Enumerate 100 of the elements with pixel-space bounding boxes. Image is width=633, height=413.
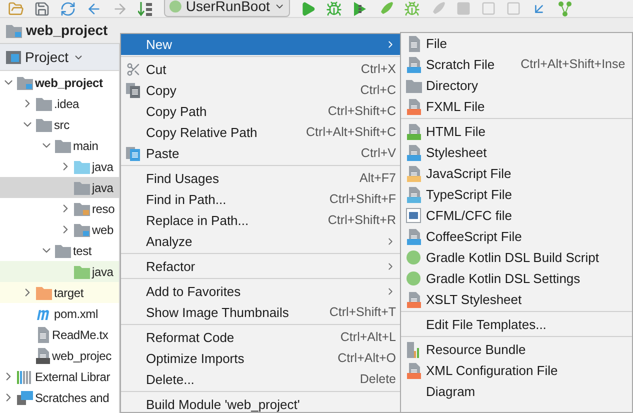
tree-item[interactable]: web_project	[0, 72, 119, 93]
tree-label: web	[92, 222, 114, 238]
menu-item[interactable]: Find in Path... Ctrl+Shift+F	[121, 189, 400, 210]
menu-item[interactable]: New	[121, 34, 400, 55]
menu-label: Gradle Kotlin DSL Build Script	[426, 248, 599, 267]
menu-label: FXML File	[426, 98, 485, 116]
javascript-file-icon	[406, 166, 420, 182]
tree-item[interactable]: test	[0, 240, 119, 261]
text-file-icon	[36, 326, 50, 342]
tree-label: .idea	[54, 96, 80, 112]
gradle-circle-icon	[406, 250, 421, 265]
tree-label: pom.xml	[54, 306, 98, 322]
tree-item[interactable]: Scratches and	[0, 387, 119, 408]
tree-item[interactable]: pom.xml	[0, 303, 119, 324]
tree-label: ReadMe.tx	[52, 326, 108, 344]
menu-item[interactable]: Optimize Imports Ctrl+Alt+O	[121, 348, 400, 369]
menu-item[interactable]: Gradle Kotlin DSL Build Script	[401, 247, 632, 268]
open-folder-icon[interactable]	[8, 0, 24, 16]
menu-item[interactable]: Copy Path Ctrl+Shift+C	[121, 101, 400, 122]
tree-label: main	[73, 138, 98, 154]
back-arrow-icon[interactable]	[86, 0, 102, 16]
save-icon[interactable]	[34, 0, 50, 16]
tree-item[interactable]: External Librar	[0, 366, 119, 387]
menu-item[interactable]: JavaScript File	[401, 163, 632, 184]
tree-item[interactable]: java	[0, 261, 119, 282]
tree-item[interactable]: java	[0, 177, 119, 198]
menu-item[interactable]: TypeScript File	[401, 184, 632, 205]
shortcut-text: Ctrl+V	[360, 145, 396, 162]
html-file-icon	[406, 124, 420, 140]
menu-item[interactable]: Directory	[401, 75, 632, 96]
menu-item[interactable]: HTML File	[401, 121, 632, 142]
tree-item[interactable]: target	[0, 282, 119, 303]
tree-item[interactable]: java	[0, 156, 119, 177]
menu-label: Replace in Path...	[146, 212, 249, 230]
tree-item[interactable]: web	[0, 219, 119, 240]
sync-icon[interactable]	[60, 0, 76, 16]
menu-item[interactable]: XSLT Stylesheet	[401, 289, 632, 310]
menu-item[interactable]: Find Usages Alt+F7	[121, 168, 400, 189]
run-icon[interactable]	[300, 0, 316, 16]
menu-item[interactable]: CoffeeScript File	[401, 226, 632, 247]
tree-item[interactable]: .idea	[0, 93, 119, 114]
menu-item[interactable]: Stylesheet	[401, 142, 632, 163]
menu-item[interactable]: XML Configuration File	[401, 360, 632, 381]
tree-item[interactable]: reso	[0, 198, 119, 219]
folder-icon	[406, 78, 422, 92]
menu-item[interactable]: Delete... Delete	[121, 369, 400, 390]
shortcut-text: Ctrl+Shift+C	[328, 103, 396, 120]
shortcut-text: Ctrl+Shift+F	[329, 191, 396, 208]
menu-item[interactable]: Diagram	[401, 381, 632, 402]
tree-item[interactable]: web_projec	[0, 345, 119, 366]
menu-label: Add to Favorites	[146, 282, 241, 301]
menu-label: Find Usages	[146, 170, 219, 188]
panel-title[interactable]: Project	[25, 46, 69, 68]
sort-icon[interactable]	[138, 0, 154, 16]
debug-icon[interactable]	[326, 0, 342, 16]
tree-label: java	[92, 180, 114, 196]
menu-item[interactable]: Copy Ctrl+C	[121, 80, 400, 101]
menu-item[interactable]: Refactor	[121, 256, 400, 277]
file-icon	[406, 36, 420, 52]
menu-item[interactable]: Reformat Code Ctrl+Alt+L	[121, 327, 400, 348]
tree-item[interactable]: src	[0, 114, 119, 135]
menu-item[interactable]: Show Image Thumbnails Ctrl+Shift+T	[121, 302, 400, 323]
tree-item[interactable]: ReadMe.tx	[0, 324, 119, 345]
menu-label: XSLT Stylesheet	[426, 290, 522, 309]
tree-label: java	[92, 264, 114, 280]
menu-label: TypeScript File	[426, 186, 512, 204]
menu-item[interactable]: Gradle Kotlin DSL Settings	[401, 268, 632, 289]
resource-bundle-icon	[406, 342, 421, 358]
shortcut-text: Ctrl+Shift+R	[328, 212, 396, 230]
menu-item[interactable]: File	[401, 33, 632, 54]
menu-item[interactable]: Resource Bundle	[401, 339, 632, 360]
folder-icon	[74, 160, 90, 174]
menu-item[interactable]: FXML File	[401, 96, 632, 117]
menu-item[interactable]: Build Module 'web_project'	[121, 394, 400, 413]
menu-item[interactable]: Analyze	[121, 231, 400, 252]
menu-item[interactable]: Paste Ctrl+V	[121, 143, 400, 164]
run-configuration-dropdown[interactable]: UserRunBoot	[164, 0, 290, 16]
menu-item[interactable]: Cut Ctrl+X	[121, 59, 400, 80]
tree-label: Scratches and	[35, 390, 110, 406]
shortcut-text: Ctrl+C	[360, 82, 396, 100]
tree-item[interactable]: main	[0, 135, 119, 156]
menu-item[interactable]: Add to Favorites	[121, 281, 400, 302]
branch-icon[interactable]	[557, 0, 573, 16]
menu-label: Copy	[146, 82, 176, 100]
menu-item[interactable]: CFML/CFC file	[401, 205, 632, 226]
resources-folder-icon	[74, 202, 90, 216]
project-icon	[6, 50, 21, 64]
tree-label: java	[92, 158, 114, 176]
menu-item[interactable]: Copy Relative Path Ctrl+Alt+Shift+C	[121, 122, 400, 143]
menu-label: Copy Relative Path	[146, 124, 258, 142]
menu-label: Paste	[146, 144, 180, 163]
menu-item[interactable]: Scratch File Ctrl+Alt+Shift+Inse	[401, 54, 632, 75]
menu-item[interactable]: Edit File Templates...	[401, 314, 632, 335]
tree-label: reso	[92, 200, 115, 218]
module-file-icon	[36, 348, 50, 364]
coverage-icon[interactable]	[352, 0, 368, 16]
breadcrumb[interactable]: web_project	[6, 20, 108, 41]
shortcut-text: Ctrl+X	[360, 61, 396, 78]
menu-label: Gradle Kotlin DSL Settings	[426, 270, 580, 288]
menu-item[interactable]: Replace in Path... Ctrl+Shift+R	[121, 210, 400, 231]
